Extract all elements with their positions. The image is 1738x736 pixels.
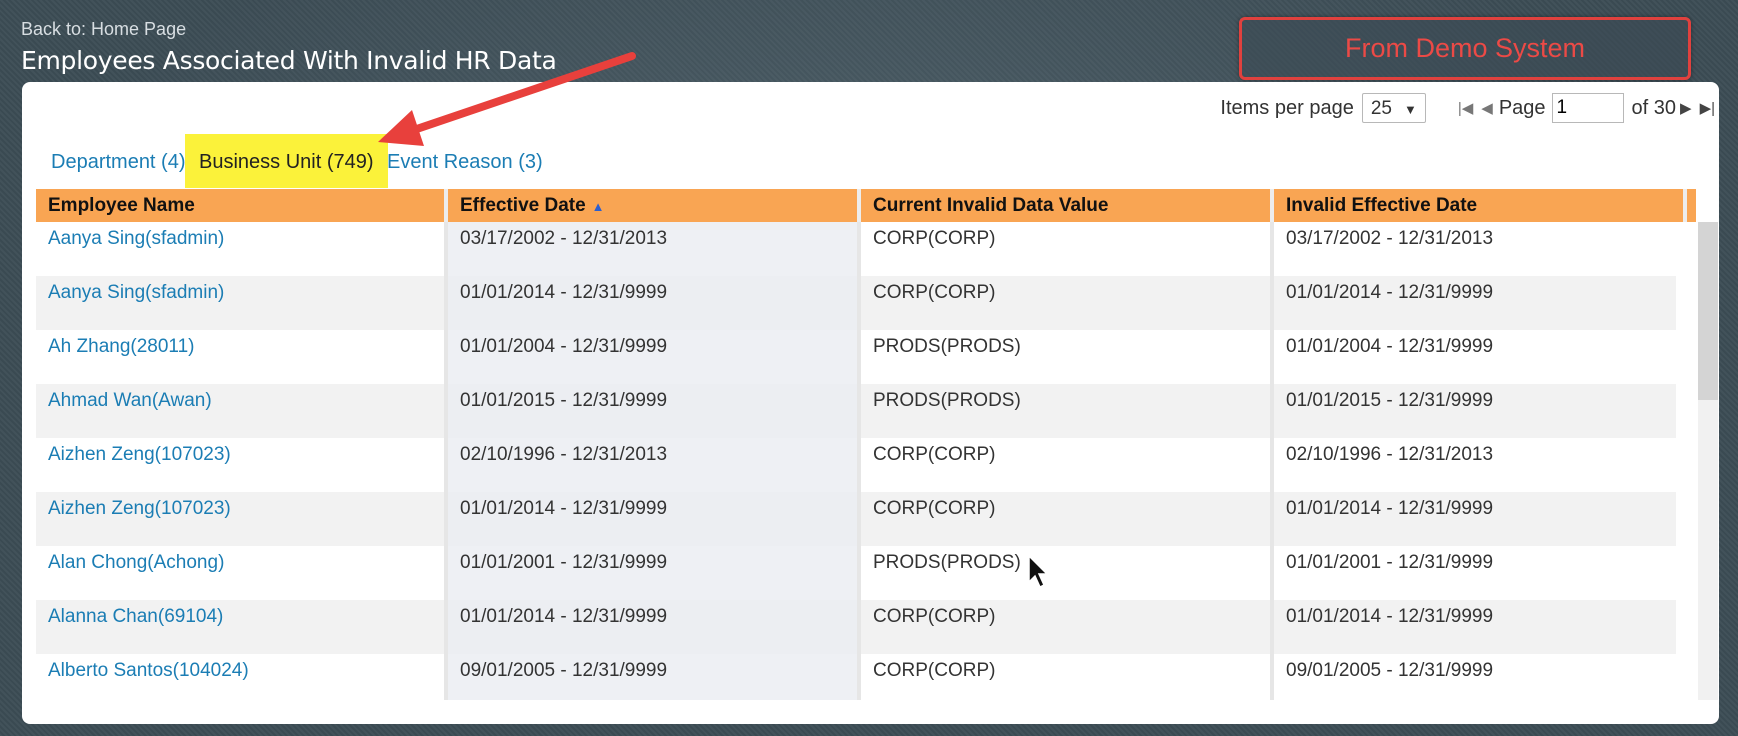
annotation-arrow <box>378 52 636 146</box>
mouse-cursor-icon <box>1028 554 1049 589</box>
